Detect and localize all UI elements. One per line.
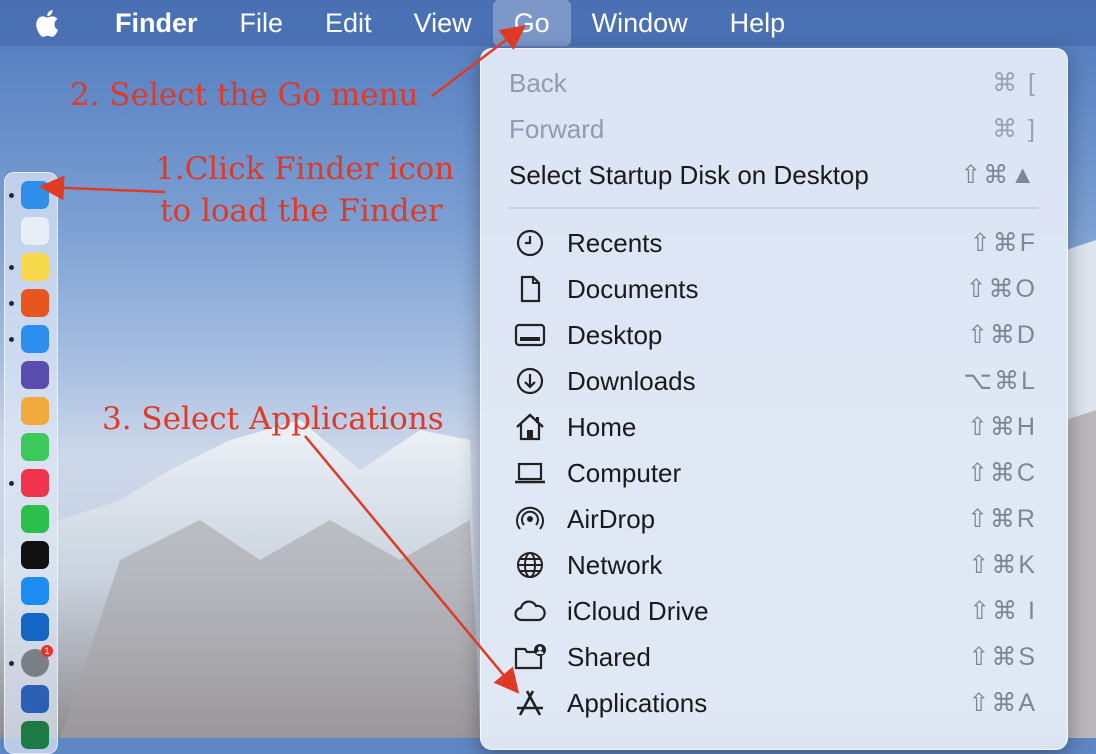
menu-item-label: Forward bbox=[509, 113, 605, 144]
house-icon bbox=[513, 410, 547, 444]
launchpad-icon[interactable] bbox=[21, 217, 49, 245]
word-icon[interactable] bbox=[21, 685, 49, 713]
annotation-step-1-line-1: 1.Click Finder icon bbox=[155, 151, 455, 187]
messages-icon[interactable] bbox=[21, 433, 49, 461]
menu-item-label: Applications bbox=[567, 687, 708, 718]
menu-item-shortcut: ⇧⌘D bbox=[966, 321, 1037, 349]
running-indicator bbox=[9, 265, 14, 270]
dock: 1 bbox=[4, 172, 58, 754]
cloud-icon bbox=[513, 594, 547, 628]
menu-item-shortcut: ⇧⌘F bbox=[969, 229, 1037, 257]
notification-badge: 1 bbox=[41, 645, 53, 657]
running-indicator bbox=[9, 193, 14, 198]
clock-icon bbox=[513, 226, 547, 260]
menu-item-recents[interactable]: Recents ⇧⌘F bbox=[481, 220, 1067, 266]
menu-view[interactable]: View bbox=[393, 0, 493, 46]
menu-item-shortcut: ⇧⌘H bbox=[966, 413, 1037, 441]
menu-item-shortcut: ⇧⌘▲ bbox=[960, 161, 1037, 189]
menu-separator bbox=[509, 207, 1039, 209]
notes-icon[interactable] bbox=[21, 253, 49, 281]
safari-icon[interactable] bbox=[21, 325, 49, 353]
bbedit-icon[interactable] bbox=[21, 361, 49, 389]
menu-item-shared[interactable]: Shared ⇧⌘S bbox=[481, 634, 1067, 680]
annotation-step-3: 3. Select Applications bbox=[102, 401, 444, 437]
running-indicator bbox=[9, 301, 14, 306]
document-icon bbox=[513, 272, 547, 306]
menu-item-label: Home bbox=[567, 411, 637, 442]
running-indicator bbox=[9, 661, 14, 666]
menu-item-forward[interactable]: Forward ⌘ ] bbox=[481, 106, 1067, 152]
menu-item-shortcut: ⇧⌘O bbox=[965, 275, 1037, 303]
menu-item-label: Shared bbox=[567, 641, 651, 672]
menu-item-icloud-drive[interactable]: iCloud Drive ⇧⌘ I bbox=[481, 588, 1067, 634]
finder-icon[interactable] bbox=[21, 181, 49, 209]
menu-item-shortcut: ⇧⌘K bbox=[968, 551, 1037, 579]
menu-item-shortcut: ⇧⌘C bbox=[966, 459, 1037, 487]
go-menu-dropdown: Back ⌘ [ Forward ⌘ ] Select Startup Disk… bbox=[480, 48, 1068, 750]
globe-icon bbox=[513, 548, 547, 582]
outlook-icon[interactable] bbox=[21, 613, 49, 641]
menu-finder[interactable]: Finder bbox=[94, 0, 219, 46]
menu-bar: Finder File Edit View Go Window Help bbox=[0, 0, 1096, 46]
desktop-icon bbox=[513, 318, 547, 352]
menu-item-label: Back bbox=[509, 67, 567, 98]
menu-edit[interactable]: Edit bbox=[304, 0, 393, 46]
menu-item-select-startup-disk[interactable]: Select Startup Disk on Desktop ⇧⌘▲ bbox=[481, 152, 1067, 198]
menu-item-home[interactable]: Home ⇧⌘H bbox=[481, 404, 1067, 450]
airdrop-icon bbox=[513, 502, 547, 536]
applications-icon bbox=[513, 686, 547, 720]
menu-item-label: iCloud Drive bbox=[567, 595, 709, 626]
excel-icon[interactable] bbox=[21, 721, 49, 749]
facetime-icon[interactable] bbox=[21, 505, 49, 533]
menu-item-desktop[interactable]: Desktop ⇧⌘D bbox=[481, 312, 1067, 358]
firefox-icon[interactable] bbox=[21, 289, 49, 317]
menu-item-label: AirDrop bbox=[567, 503, 656, 534]
laptop-icon bbox=[513, 456, 547, 490]
menu-item-shortcut: ⇧⌘S bbox=[968, 643, 1037, 671]
shared-folder-icon bbox=[513, 640, 547, 674]
music-icon[interactable] bbox=[21, 469, 49, 497]
menu-item-network[interactable]: Network ⇧⌘K bbox=[481, 542, 1067, 588]
menu-item-shortcut: ⇧⌘R bbox=[966, 505, 1037, 533]
menu-file[interactable]: File bbox=[219, 0, 305, 46]
menu-item-downloads[interactable]: Downloads ⌥⌘L bbox=[481, 358, 1067, 404]
photos-icon[interactable] bbox=[21, 397, 49, 425]
menu-item-shortcut: ⌥⌘L bbox=[963, 367, 1037, 395]
download-icon bbox=[513, 364, 547, 398]
apple-logo-icon[interactable] bbox=[30, 5, 66, 41]
system-preferences-icon[interactable]: 1 bbox=[21, 645, 53, 677]
menu-item-documents[interactable]: Documents ⇧⌘O bbox=[481, 266, 1067, 312]
menu-item-label: Network bbox=[567, 549, 663, 580]
menu-item-airdrop[interactable]: AirDrop ⇧⌘R bbox=[481, 496, 1067, 542]
running-indicator bbox=[9, 481, 14, 486]
menu-item-shortcut: ⌘ ] bbox=[992, 115, 1037, 143]
menu-item-back[interactable]: Back ⌘ [ bbox=[481, 60, 1067, 106]
menu-item-label: Desktop bbox=[567, 319, 663, 350]
menu-item-applications[interactable]: Applications ⇧⌘A bbox=[481, 680, 1067, 726]
app-store-icon[interactable] bbox=[21, 577, 49, 605]
menu-item-label: Computer bbox=[567, 457, 682, 488]
menu-item-label: Downloads bbox=[567, 365, 696, 396]
menu-window[interactable]: Window bbox=[571, 0, 709, 46]
menu-item-shortcut: ⇧⌘A bbox=[968, 689, 1037, 717]
apple-tv-icon[interactable] bbox=[21, 541, 49, 569]
menu-item-label: Select Startup Disk on Desktop bbox=[509, 159, 869, 190]
annotation-step-1-line-2: to load the Finder bbox=[160, 193, 443, 229]
menu-go[interactable]: Go bbox=[492, 0, 571, 46]
running-indicator bbox=[9, 337, 14, 342]
menu-item-shortcut: ⇧⌘ I bbox=[969, 597, 1037, 625]
menu-item-label: Documents bbox=[567, 273, 699, 304]
menu-item-label: Recents bbox=[567, 227, 663, 258]
menu-help[interactable]: Help bbox=[709, 0, 807, 46]
menu-item-shortcut: ⌘ [ bbox=[992, 69, 1037, 97]
menu-item-computer[interactable]: Computer ⇧⌘C bbox=[481, 450, 1067, 496]
annotation-step-2: 2. Select the Go menu bbox=[70, 77, 419, 113]
